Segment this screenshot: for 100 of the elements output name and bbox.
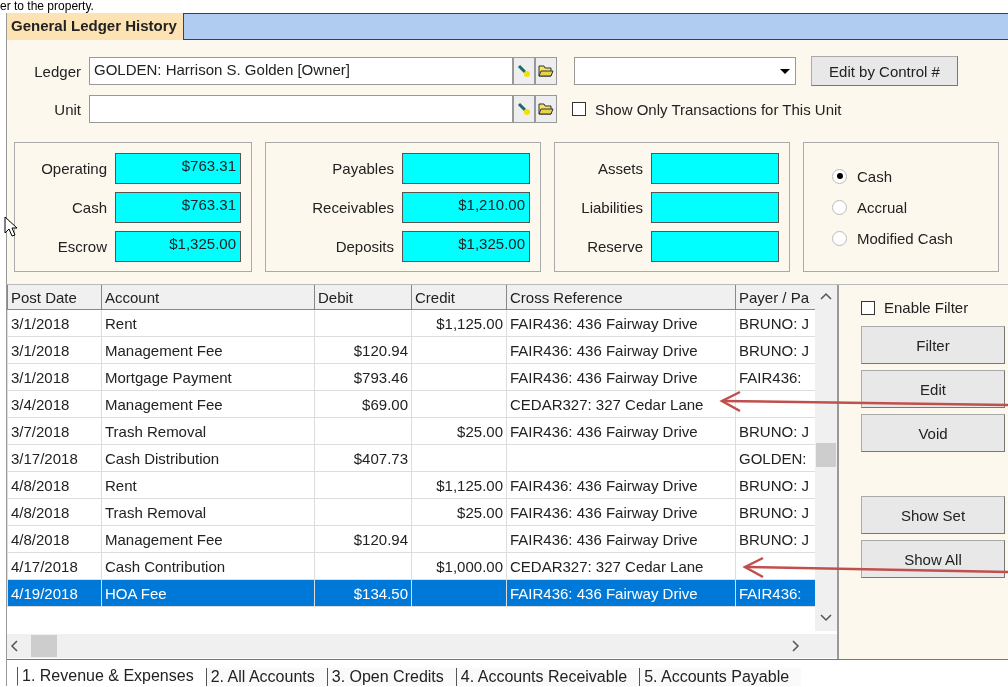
folder-button[interactable]	[535, 95, 557, 123]
table-cell: 3/7/2018	[7, 417, 102, 445]
table-cell: HOA Fee	[101, 579, 315, 607]
table-cell: $1,125.00	[411, 471, 507, 499]
column-header[interactable]: Credit	[411, 285, 507, 310]
table-cell: $793.46	[314, 363, 412, 391]
table-cell: CEDAR327: 327 Cedar Lane	[506, 390, 736, 418]
table-cell: FAIR436: 436 Fairway Drive	[506, 579, 736, 607]
table-cell: Management Fee	[101, 390, 315, 418]
table-cell: Trash Removal	[101, 417, 315, 445]
table-cell: $1,000.00	[411, 552, 507, 580]
show-button[interactable]: Show Set	[861, 496, 1005, 534]
flashlight-button[interactable]	[513, 57, 535, 85]
table-cell: Management Fee	[101, 525, 315, 553]
checkbox-label: Enable Filter	[884, 299, 969, 316]
ledger-field[interactable]: GOLDEN: Harrison S. Golden [Owner]	[89, 57, 513, 85]
flashlight-button[interactable]	[513, 95, 535, 123]
table-cell: 4/8/2018	[7, 525, 102, 553]
table-cell: $1,125.00	[411, 309, 507, 337]
table-cell: FAIR436: 436 Fairway Drive	[506, 309, 736, 337]
table-cell: $120.94	[314, 336, 412, 364]
table-cell: 4/8/2018	[7, 471, 102, 499]
sheet-tab[interactable]: 4. Accounts Receivable	[455, 668, 640, 686]
table-cell: Cash Contribution	[101, 552, 315, 580]
horizontal-scrollbar[interactable]	[7, 634, 837, 658]
table-cell: Trash Removal	[101, 498, 315, 526]
table-cell: $25.00	[411, 498, 507, 526]
table-cell: 3/1/2018	[7, 336, 102, 364]
balance-value: $1,210.00	[402, 191, 530, 223]
table-cell: FAIR436: 436 Fairway Drive	[506, 363, 736, 391]
folder-icon	[538, 64, 554, 78]
column-header[interactable]: Post Date	[7, 285, 102, 310]
filter-action-button[interactable]: Void	[861, 414, 1005, 452]
sheet-tab[interactable]: 3. Open Credits	[326, 668, 456, 686]
balance-label: Escrow	[56, 237, 108, 255]
radio-label: Modified Cash	[857, 229, 953, 247]
table-cell: Mortgage Payment	[101, 363, 315, 391]
table-cell: 3/4/2018	[7, 390, 102, 418]
unit-only-checkbox[interactable]	[572, 102, 586, 116]
table-cell: Cash Distribution	[101, 444, 315, 472]
table-cell: CEDAR327: 327 Cedar Lane	[506, 552, 736, 580]
show-button[interactable]: Show All	[861, 540, 1005, 578]
column-header[interactable]: Cross Reference	[506, 285, 736, 310]
table-cell: $25.00	[411, 417, 507, 445]
table-cell: FAIR436: 436 Fairway Drive	[506, 417, 736, 445]
edit-by-control-button[interactable]: Edit by Control #	[811, 56, 958, 86]
control-dropdown[interactable]	[574, 57, 796, 85]
enable-filter-checkbox[interactable]	[861, 300, 875, 315]
table-cell: FAIR436: 436 Fairway Drive	[506, 498, 736, 526]
table-cell: $134.50	[314, 579, 412, 607]
column-header[interactable]: Debit	[314, 285, 412, 310]
column-header[interactable]: Account	[101, 285, 315, 310]
sheet-tab[interactable]: 5. Accounts Payable	[639, 668, 802, 686]
vertical-scrollbar[interactable]	[815, 285, 837, 631]
ledger-label: Ledger	[33, 62, 82, 80]
flashlight-icon	[517, 64, 531, 78]
table-cell: Rent	[101, 471, 315, 499]
window-title: General Ledger History	[7, 13, 184, 40]
table-cell: $69.00	[314, 390, 412, 418]
balance-label: Operating	[40, 159, 108, 177]
table-cell: 4/19/2018	[7, 579, 102, 607]
radio-button[interactable]	[832, 199, 847, 215]
table-cell: 3/1/2018	[7, 309, 102, 337]
radio-button[interactable]	[832, 230, 847, 246]
page-text: er to the property.	[0, 0, 94, 13]
sheet-tab[interactable]: 2. All Accounts	[205, 668, 327, 686]
table-cell: FAIR436:	[735, 579, 816, 607]
table-cell: $407.73	[314, 444, 412, 472]
table-cell: 4/8/2018	[7, 498, 102, 526]
folder-icon	[538, 102, 554, 116]
filter-action-button[interactable]: Edit	[861, 370, 1005, 408]
balance-value: $1,325.00	[115, 230, 241, 262]
table-cell: 4/17/2018	[7, 552, 102, 580]
table-cell: Rent	[101, 309, 315, 337]
column-header[interactable]: Payer / Pa	[735, 285, 816, 310]
unit-field[interactable]	[89, 95, 513, 123]
radio-button[interactable]	[832, 168, 847, 184]
balance-label: Deposits	[334, 237, 395, 255]
balance-label: Reserve	[586, 237, 644, 255]
balance-label: Receivables	[311, 198, 395, 216]
radio-label: Cash	[857, 167, 893, 185]
table-cell: 3/1/2018	[7, 363, 102, 391]
balance-label: Liabilities	[580, 198, 644, 216]
flashlight-icon	[517, 102, 531, 116]
balance-value: $763.31	[115, 152, 241, 184]
checkbox-label: Show Only Transactions for This Unit	[595, 100, 842, 118]
balance-label: Assets	[597, 159, 644, 177]
radio-label: Accrual	[857, 198, 908, 216]
balance-value: $763.31	[115, 191, 241, 223]
mouse-pointer-icon	[4, 216, 20, 238]
folder-button[interactable]	[535, 57, 557, 85]
table-cell: 3/17/2018	[7, 444, 102, 472]
table-cell: FAIR436: 436 Fairway Drive	[506, 471, 736, 499]
table-cell: $120.94	[314, 525, 412, 553]
table-cell: FAIR436: 436 Fairway Drive	[506, 525, 736, 553]
dropdown-caret-icon	[780, 68, 790, 74]
balance-value: $1,325.00	[402, 230, 530, 262]
table-cell: Management Fee	[101, 336, 315, 364]
filter-action-button[interactable]: Filter	[861, 326, 1005, 364]
balance-label: Payables	[331, 159, 395, 177]
